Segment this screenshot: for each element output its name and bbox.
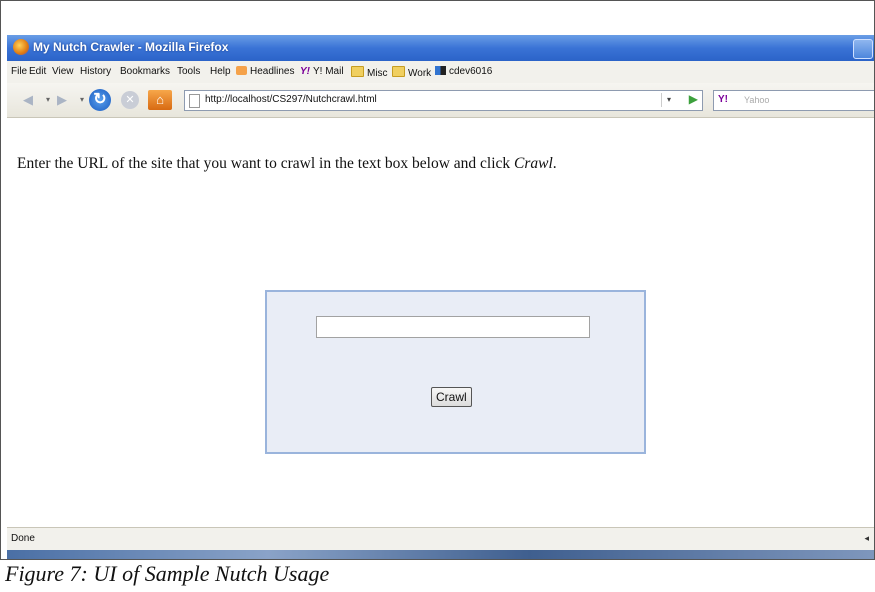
bookmark-yahoo-mail[interactable]: Y! Y! Mail [300,66,344,77]
folder-icon [351,66,364,77]
desktop-taskbar-strip [7,550,874,559]
go-arrow-icon[interactable]: ▶ [689,92,698,106]
bookmark-label: Headlines [250,66,295,77]
url-text: http://localhost/CS297/Nutchcrawl.html [205,94,377,105]
stop-icon[interactable]: ✕ [121,91,139,109]
bookmark-label: Work [408,68,432,79]
menu-help[interactable]: Help [210,66,231,77]
bookmark-misc[interactable]: Misc [351,66,388,79]
menu-history[interactable]: History [80,66,111,77]
menu-edit[interactable]: Edit [29,66,46,77]
screenshot-frame: My Nutch Crawler - Mozilla Firefox File … [0,0,875,560]
reload-icon[interactable]: ↻ [89,89,111,111]
bookmark-headlines[interactable]: Headlines [236,66,294,77]
menu-tools[interactable]: Tools [177,66,200,77]
back-arrow-icon[interactable]: ◀ [19,91,37,109]
page-icon [189,94,200,108]
instruction-crawl-emphasis: Crawl [514,155,553,172]
url-dropdown-icon[interactable]: ▾ [661,93,676,107]
page-content: Enter the URL of the site that you want … [7,118,874,526]
bookmark-cdev6016[interactable]: cdev6016 [435,66,492,77]
crawl-url-input[interactable] [316,316,590,338]
home-icon[interactable]: ⌂ [148,90,172,110]
menu-bar: File Edit View History Bookmarks Tools H… [7,61,874,84]
rss-icon [236,66,247,75]
scroll-arrow-icon[interactable]: ◂ [864,533,869,544]
minimize-button[interactable] [853,39,873,59]
bookmark-label: Y! Mail [313,66,344,77]
address-bar[interactable]: http://localhost/CS297/Nutchcrawl.html ▾… [184,90,703,111]
menu-file[interactable]: File [11,66,27,77]
menu-view[interactable]: View [52,66,74,77]
yahoo-mail-icon: Y! [300,66,310,77]
delicious-icon [435,66,446,75]
menu-bookmarks[interactable]: Bookmarks [120,66,170,77]
folder-icon [392,66,405,77]
firefox-icon [13,39,29,55]
instruction-text: Enter the URL of the site that you want … [17,155,557,173]
status-bar: Done ◂ [7,527,874,550]
figure-caption: Figure 7: UI of Sample Nutch Usage [5,561,330,586]
search-box[interactable]: Y! Yahoo [713,90,874,111]
search-placeholder: Yahoo [744,95,770,105]
search-engine-icon[interactable]: Y! [718,94,728,105]
crawl-form-panel: Crawl [265,290,646,454]
instruction-period: . [552,155,557,172]
bookmark-label: cdev6016 [449,66,493,77]
bookmark-label: Misc [367,68,388,79]
window-title: My Nutch Crawler - Mozilla Firefox [33,40,229,54]
instruction-text-main: Enter the URL of the site that you want … [17,155,515,172]
bookmark-work[interactable]: Work [392,66,431,79]
navigation-toolbar: ◀ ▾ ▶ ▾ ↻ ✕ ⌂ http://localhost/CS297/Nut… [7,83,874,118]
crawl-button[interactable]: Crawl [431,387,472,407]
status-text: Done [11,533,35,544]
browser-title-bar: My Nutch Crawler - Mozilla Firefox [7,35,874,61]
forward-arrow-icon[interactable]: ▶ [53,91,71,109]
